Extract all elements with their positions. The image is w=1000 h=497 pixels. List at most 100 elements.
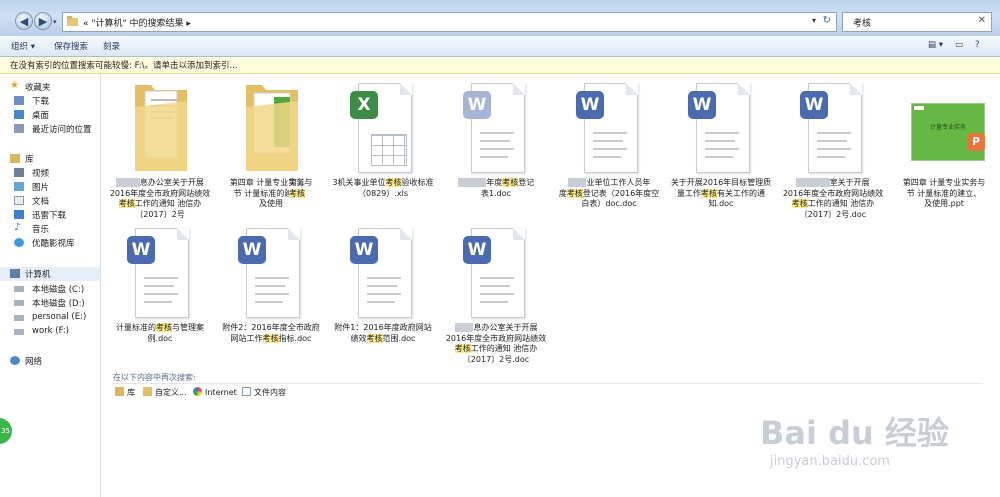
word-icon: W bbox=[350, 236, 378, 264]
nav-xunlei[interactable]: 迅雷下载 bbox=[0, 208, 100, 222]
watermark-url: jingyan.baidu.com bbox=[770, 454, 890, 469]
file-item-doc-7[interactable]: W 附件1：2016年度政府网站 绩效考核范围.doc bbox=[328, 222, 438, 367]
word-icon: W bbox=[127, 236, 155, 264]
network-icon bbox=[10, 356, 20, 365]
document-icon bbox=[14, 196, 24, 205]
address-bar[interactable]: « "计算机" 中的搜索结果 ▸ ▾ ↻ bbox=[62, 12, 837, 32]
word-icon: W bbox=[688, 91, 716, 119]
nav-desktop[interactable]: 桌面 bbox=[0, 108, 100, 122]
search-folder-icon bbox=[67, 16, 78, 26]
file-name: 关于开展2016年目标管理质 量工作考核有关工作的通 知.doc bbox=[670, 178, 772, 209]
file-name: xxxxxxx室关于开展 2016年度全市政府网站绩效 考核工作的通知 池信办 … bbox=[782, 178, 884, 219]
nav-videos[interactable]: 视频 bbox=[0, 166, 100, 180]
file-item-folder-1[interactable]: xxxxx息办公室关于开展 2016年度全市政府网站绩效 考核工作的通知 池信办… bbox=[105, 77, 215, 222]
document-icon bbox=[242, 387, 251, 396]
forward-button[interactable]: ▶ bbox=[34, 12, 52, 30]
word-icon: W bbox=[800, 91, 828, 119]
search-again-title: 在以下内容中再次搜索: bbox=[113, 373, 196, 382]
nav-computer[interactable]: 计算机 bbox=[0, 267, 100, 281]
youku-icon bbox=[14, 238, 24, 247]
drive-icon bbox=[14, 300, 24, 306]
search-again-internet[interactable]: Internet bbox=[193, 387, 237, 397]
refresh-icon[interactable]: ↻ bbox=[823, 15, 831, 26]
index-info-bar[interactable]: 在没有索引的位置搜索可能较慢: F:\。请单击以添加到索引... bbox=[0, 57, 1000, 74]
file-item-ppt[interactable]: 计量专业实务 P 第四章 计量专业实务与 节 计量标准的建立、 及使用.ppt bbox=[889, 77, 999, 222]
computer-icon bbox=[10, 269, 20, 278]
nav-documents[interactable]: 文档 bbox=[0, 194, 100, 208]
music-icon: ♪ bbox=[14, 222, 21, 233]
view-options-icon[interactable]: ▤ ▾ bbox=[928, 40, 943, 50]
nav-favorites[interactable]: ★ 收藏夹 bbox=[0, 80, 100, 94]
organize-button[interactable]: 组织 ▾ bbox=[11, 40, 35, 52]
nav-pictures[interactable]: 图片 bbox=[0, 180, 100, 194]
internet-icon bbox=[193, 387, 202, 396]
save-search-button[interactable]: 保存搜索 bbox=[54, 40, 88, 52]
drive-icon bbox=[14, 315, 24, 321]
file-item-folder-3[interactable]: 第三 考核 bbox=[289, 77, 323, 222]
file-name: xxxx业单位工作人员年 度考核登记表（2016年度空 白表）doc.doc bbox=[558, 178, 660, 209]
divider bbox=[113, 383, 983, 384]
back-button[interactable]: ◀ bbox=[15, 12, 33, 30]
file-name: xxxxxx年度考核登记 表1.doc bbox=[441, 178, 551, 199]
nav-libraries[interactable]: 库 bbox=[0, 152, 100, 166]
file-item-doc-6[interactable]: W 附件2：2016年度全市政府 网站工作考核指标.doc bbox=[216, 222, 326, 367]
nav-disk-e[interactable]: personal (E:) bbox=[0, 311, 100, 325]
nav-music[interactable]: ♪ 音乐 bbox=[0, 222, 100, 236]
word-icon: W bbox=[463, 91, 491, 119]
title-bar: ◀ ▶ ▾ « "计算机" 中的搜索结果 ▸ ▾ ↻ 考核 ✕ bbox=[0, 0, 1000, 36]
search-again-library[interactable]: 库 bbox=[115, 387, 135, 398]
file-item-doc-5[interactable]: W 计量标准的考核与管理案 例.doc bbox=[105, 222, 215, 367]
file-name: xxxx息办公室关于开展 2016年度全市政府网站绩效 考核工作的通知 池信办 … bbox=[445, 323, 547, 364]
nav-disk-d[interactable]: 本地磁盘 (D:) bbox=[0, 296, 100, 310]
powerpoint-icon: P bbox=[967, 133, 985, 151]
picture-icon bbox=[14, 182, 24, 191]
search-input[interactable]: 考核 ✕ bbox=[842, 12, 992, 32]
file-name: 附件2：2016年度全市政府 网站工作考核指标.doc bbox=[222, 323, 320, 343]
word-icon: W bbox=[576, 91, 604, 119]
file-item-doc-1[interactable]: W xxxxxx年度考核登记 表1.doc bbox=[441, 77, 551, 222]
excel-icon: X bbox=[350, 91, 378, 119]
search-again-file-contents[interactable]: 文件内容 bbox=[242, 387, 286, 398]
library-icon bbox=[115, 387, 124, 396]
search-again-custom[interactable]: 自定义... bbox=[143, 387, 187, 398]
file-item-doc-3[interactable]: W 关于开展2016年目标管理质 量工作考核有关工作的通 知.doc bbox=[666, 77, 776, 222]
help-icon[interactable]: ? bbox=[975, 40, 980, 50]
word-icon: W bbox=[463, 236, 491, 264]
burn-button[interactable]: 刻录 bbox=[103, 40, 120, 52]
library-icon bbox=[10, 154, 20, 163]
nav-youku[interactable]: 优酷影视库 bbox=[0, 236, 100, 250]
file-item-doc-8[interactable]: W xxxx息办公室关于开展 2016年度全市政府网站绩效 考核工作的通知 池信… bbox=[441, 222, 551, 367]
file-item-doc-2[interactable]: W xxxx业单位工作人员年 度考核登记表（2016年度空 白表）doc.doc bbox=[554, 77, 664, 222]
breadcrumb[interactable]: « "计算机" 中的搜索结果 ▸ bbox=[83, 16, 191, 29]
nav-network[interactable]: 网络 bbox=[0, 354, 100, 368]
custom-folder-icon bbox=[143, 387, 152, 396]
watermark: Bai du 经验 bbox=[760, 414, 949, 452]
video-icon bbox=[14, 168, 24, 177]
search-query: 考核 bbox=[853, 19, 872, 29]
download-arrow-icon bbox=[14, 210, 24, 219]
file-item-doc-4[interactable]: W xxxxxxx室关于开展 2016年度全市政府网站绩效 考核工作的通知 池信… bbox=[778, 77, 888, 222]
folder-icon bbox=[135, 85, 187, 171]
recent-places-icon bbox=[14, 124, 24, 133]
file-name: 第三 考核 bbox=[289, 178, 305, 198]
nav-disk-c[interactable]: 本地磁盘 (C:) bbox=[0, 282, 100, 296]
nav-disk-f[interactable]: work (F:) bbox=[0, 325, 100, 339]
file-name: 第四章 计量专业实务与 节 计量标准的建立、 及使用.ppt bbox=[902, 178, 986, 209]
history-dropdown-icon[interactable]: ▾ bbox=[53, 18, 57, 26]
star-icon: ★ bbox=[10, 80, 19, 91]
desktop-icon bbox=[14, 110, 24, 119]
index-info-text: 在没有索引的位置搜索可能较慢: F:\。请单击以添加到索引... bbox=[10, 61, 238, 71]
command-bar: 组织 ▾ 保存搜索 刻录 ▤ ▾ ▭ ? bbox=[0, 36, 1000, 57]
drive-icon bbox=[14, 286, 24, 292]
file-name: 3机关事业单位考核验收标准 （0829）.xls bbox=[332, 178, 434, 198]
file-item-xls[interactable]: X 3机关事业单位考核验收标准 （0829）.xls bbox=[328, 77, 438, 222]
nav-recent-places[interactable]: 最近访问的位置 bbox=[0, 122, 100, 136]
clear-search-icon[interactable]: ✕ bbox=[978, 15, 986, 26]
address-dropdown-icon[interactable]: ▾ bbox=[812, 16, 816, 25]
preview-pane-icon[interactable]: ▭ bbox=[955, 40, 963, 50]
file-name: 计量标准的考核与管理案 例.doc bbox=[116, 323, 204, 343]
drive-icon bbox=[14, 329, 24, 335]
file-name: xxxxx息办公室关于开展 2016年度全市政府网站绩效 考核工作的通知 池信办… bbox=[109, 178, 211, 219]
nav-downloads[interactable]: 下载 bbox=[0, 94, 100, 108]
navigation-pane: ★ 收藏夹 下载 桌面 最近访问的位置 库 视频 图片 文档 迅雷下载 ♪ 音乐… bbox=[0, 74, 101, 497]
